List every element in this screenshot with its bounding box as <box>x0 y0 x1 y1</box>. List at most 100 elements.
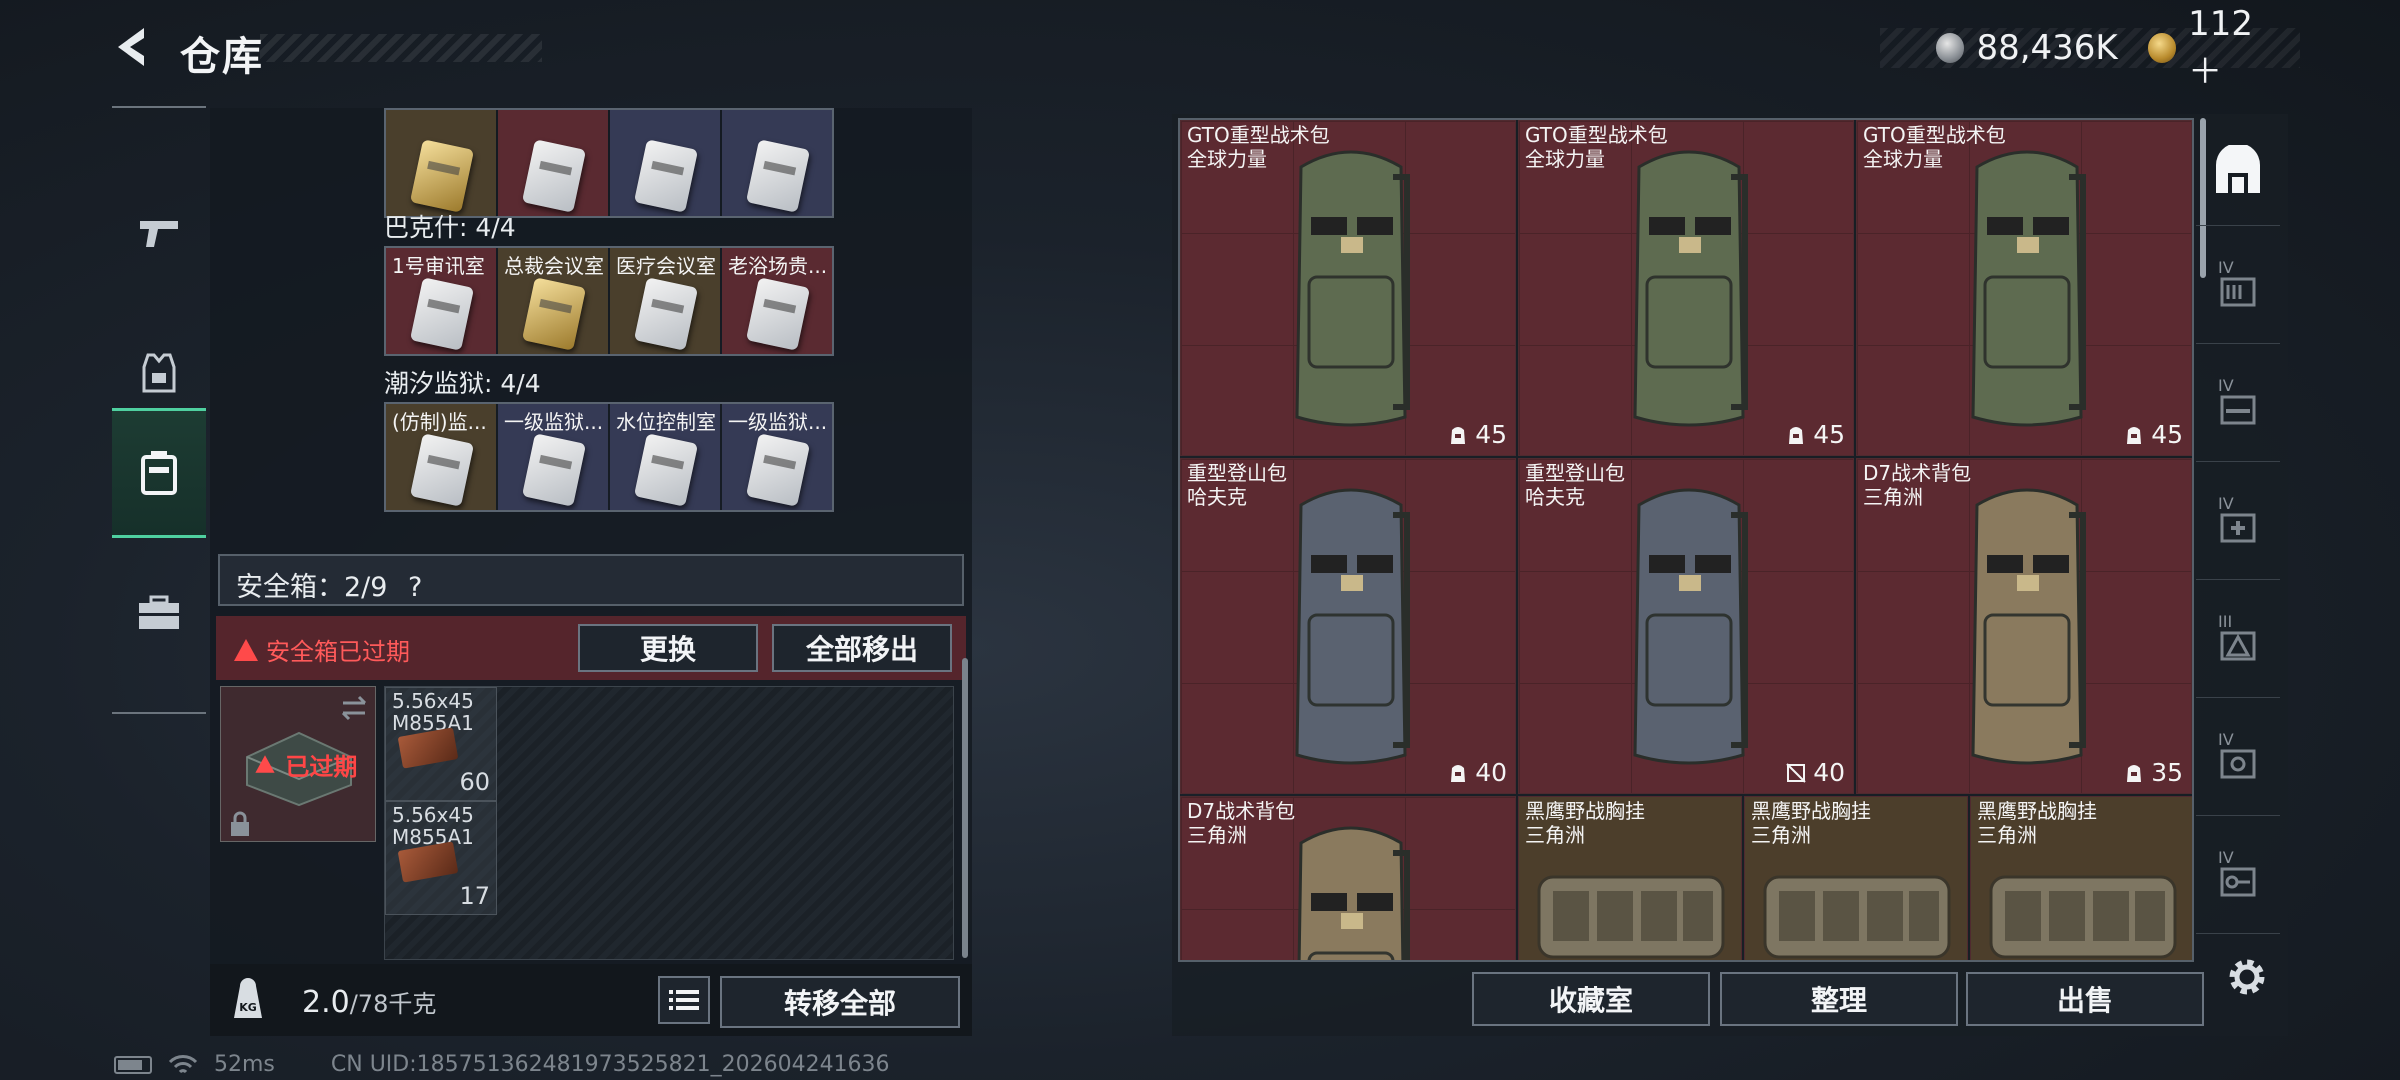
storage-tool-sidebar: IV IV IV III IV IV <box>2196 116 2280 936</box>
currency-bar: 88,436K 112＋ <box>1880 4 2300 92</box>
keycard-group-bakesh: 1号审讯室 总裁会议室 医疗会议室 老浴场贵... <box>384 246 834 356</box>
backpack-item[interactable]: GTO重型战术包 全球力量 45 <box>1856 120 2192 456</box>
keycard-slot[interactable]: 水位控制室 <box>610 404 720 510</box>
item-faction: 三角洲 <box>1863 485 1923 509</box>
toolbox-icon <box>139 595 179 629</box>
safebox-expired-notice: 安全箱已过期 <box>234 632 410 667</box>
safebox-capacity-label: 安全箱：2/9 <box>236 572 388 603</box>
item-title: 黑鹰野战胸挂 <box>1977 799 2097 823</box>
weight-kg-icon: KG <box>234 978 262 1018</box>
back-button[interactable] <box>110 22 160 72</box>
backpack-capacity-icon <box>1789 426 1804 444</box>
safehouse-icon <box>2216 144 2260 193</box>
backpack-item[interactable]: 重型登山包 哈夫克 40 <box>1518 458 1854 794</box>
organize-button[interactable]: 整理 <box>1720 972 1958 1026</box>
keycard-slot[interactable]: 一级监狱... <box>498 404 608 510</box>
sell-button[interactable]: 出售 <box>1966 972 2204 1026</box>
tier-label: III <box>2218 612 2233 631</box>
ammo-count: 17 <box>459 882 490 910</box>
keycard-slot[interactable]: 1号审讯室 <box>386 248 496 354</box>
tool-safehouse[interactable] <box>2196 116 2280 226</box>
item-name: D7战术背包 三角洲 <box>1863 461 1971 509</box>
gear-icon <box>2229 959 2265 995</box>
item-title: 重型登山包 <box>1187 461 1287 485</box>
chest-rig-item[interactable]: 黑鹰野战胸挂 三角洲 <box>1970 796 2192 960</box>
item-name: 重型登山包 哈夫克 <box>1525 461 1625 509</box>
help-icon[interactable]: ? <box>408 572 422 603</box>
backpack-capacity-icon <box>2127 764 2142 782</box>
page-title: 仓库 <box>180 34 264 80</box>
keycard-slot[interactable] <box>610 110 720 216</box>
keycard-name: 总裁会议室 <box>504 254 604 278</box>
keycard-slot[interactable] <box>498 110 608 216</box>
item-name: GTO重型战术包 全球力量 <box>1187 123 1330 171</box>
keycard-icon <box>633 277 699 351</box>
list-view-button[interactable] <box>658 976 710 1024</box>
item-faction: 全球力量 <box>1863 147 1943 171</box>
keycard-slot[interactable]: 医疗会议室 <box>610 248 720 354</box>
ammo-item[interactable]: 5.56x45 M855A1 60 <box>385 687 497 801</box>
collection-room-button[interactable]: 收藏室 <box>1472 972 1710 1026</box>
keycard-slot[interactable]: 总裁会议室 <box>498 248 608 354</box>
settings-button[interactable] <box>2222 952 2272 1002</box>
keycard-slot[interactable] <box>722 110 832 216</box>
backpack-capacity-icon <box>2127 426 2142 444</box>
backpack-item[interactable]: GTO重型战术包 全球力量 45 <box>1518 120 1854 456</box>
user-uid: CN UID:1857513624819735258​21_2026042416… <box>330 1052 890 1077</box>
chest-rig-item[interactable]: 黑鹰野战胸挂 三角洲 <box>1744 796 1968 960</box>
category-storage[interactable] <box>112 408 206 538</box>
backpack-image-icon <box>1295 488 1410 765</box>
ping-value: 52ms <box>214 1052 275 1077</box>
backpack-item[interactable]: 重型登山包 哈夫克 40 <box>1180 458 1516 794</box>
no-trade-icon <box>1786 762 1806 783</box>
ammo-count: 60 <box>459 768 490 796</box>
tool-weapon-case[interactable]: IV <box>2196 352 2280 462</box>
current-weight: 2.0 <box>302 985 350 1020</box>
ammo-item[interactable]: 5.56x45 M855A1 17 <box>385 801 497 915</box>
left-panel-scrollbar[interactable] <box>962 658 968 958</box>
title-decoration <box>260 34 542 62</box>
keycard-slot[interactable]: (仿制)监... <box>386 404 496 510</box>
tool-ammo-case[interactable]: III <box>2196 588 2280 698</box>
keycard-icon <box>745 139 811 213</box>
tool-medical-case[interactable]: IV <box>2196 470 2280 580</box>
keycard-icon <box>409 277 475 351</box>
status-footer: 52ms CN UID:1857513624819735258​21_20260… <box>114 1052 890 1077</box>
chest-rig-item[interactable]: 黑鹰野战胸挂 三角洲 <box>1518 796 1742 960</box>
backpack-item[interactable]: D7战术背包 三角洲 35 <box>1856 458 2192 794</box>
tool-key-case[interactable]: IV <box>2196 824 2280 934</box>
backpack-item[interactable]: GTO重型战术包 全球力量 45 <box>1180 120 1516 456</box>
tier-label: IV <box>2218 258 2234 277</box>
tool-stash-case[interactable]: IV <box>2196 234 2280 344</box>
silver-coin-icon <box>1936 33 1965 63</box>
keycard-name: (仿制)监... <box>392 410 487 434</box>
map-group-label: 潮汐监狱: 4/4 <box>384 369 541 398</box>
keycard-icon <box>521 277 587 351</box>
item-title: 黑鹰野战胸挂 <box>1751 799 1871 823</box>
tool-keycard-case[interactable]: IV <box>2196 706 2280 816</box>
keycard-slot[interactable]: 一级监狱... <box>722 404 832 510</box>
category-weapon[interactable] <box>112 168 206 298</box>
keycard-icon <box>633 139 699 213</box>
transfer-all-button[interactable]: 转移全部 <box>720 976 960 1028</box>
remove-all-button[interactable]: 全部移出 <box>772 624 952 672</box>
item-capacity-value: 40 <box>1475 758 1507 787</box>
item-title: D7战术背包 <box>1863 461 1972 485</box>
item-title: GTO重型战术包 <box>1525 123 1668 147</box>
category-items[interactable] <box>112 548 206 678</box>
keycard-slot[interactable]: 老浴场贵... <box>722 248 832 354</box>
category-sidebar <box>112 106 206 714</box>
backpack-item[interactable]: D7战术背包 三角洲 <box>1180 796 1516 960</box>
keycard-name: 一级监狱... <box>504 410 604 434</box>
lock-icon <box>231 811 249 836</box>
item-faction: 三角洲 <box>1751 823 1811 847</box>
item-title: 重型登山包 <box>1525 461 1625 485</box>
keycard-slot[interactable] <box>386 110 496 216</box>
item-capacity: 40 <box>1785 758 1845 787</box>
gold-currency-value[interactable]: 112＋ <box>2188 4 2282 93</box>
safebox-slot[interactable]: 已过期 <box>220 686 376 842</box>
tier-label: IV <box>2218 494 2234 513</box>
map-group-label: 巴克什: 4/4 <box>384 213 516 242</box>
keycard-icon <box>409 139 475 213</box>
replace-button[interactable]: 更换 <box>578 624 758 672</box>
